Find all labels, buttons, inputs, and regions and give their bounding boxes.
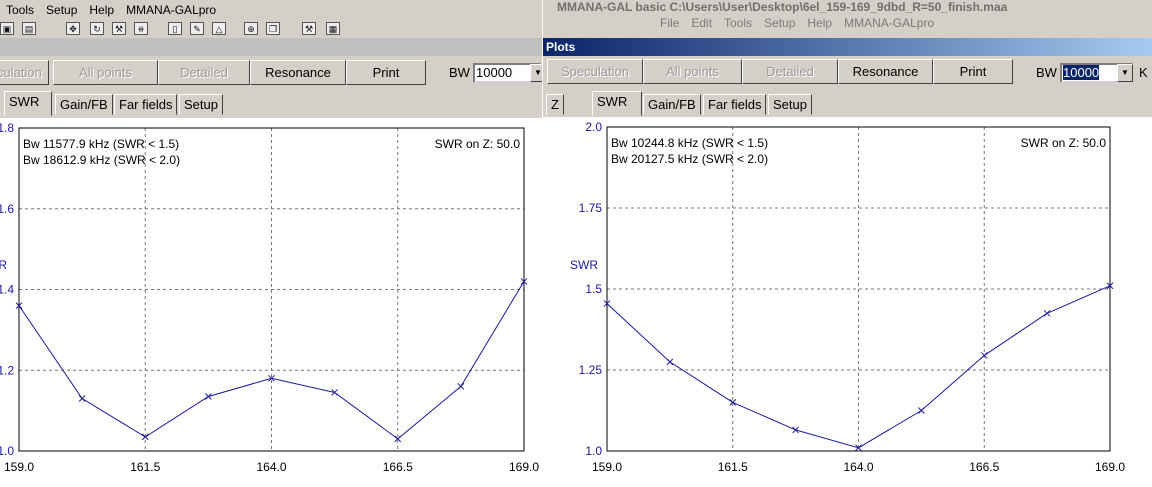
data-point-marker [457, 383, 465, 390]
chevron-down-icon[interactable]: ▼ [530, 64, 542, 82]
target-icon[interactable]: ⊕ [244, 22, 258, 35]
x-tick-label: 159.0 [592, 460, 622, 474]
tab-setup[interactable]: Setup [768, 94, 812, 115]
plots-title-bar: Plots [543, 38, 1152, 56]
x-tick-label: 164.0 [256, 460, 286, 474]
tab-swr[interactable]: SWR [4, 91, 52, 116]
data-point-marker [1043, 309, 1051, 317]
impedance-annotation: SWR on Z: 50.0 [1021, 136, 1107, 150]
save-icon[interactable]: ▣ [0, 22, 14, 35]
copy-icon[interactable]: ❐ [266, 22, 280, 35]
data-point-marker [666, 358, 674, 366]
menu-setup[interactable]: Setup [46, 3, 77, 17]
y-tick-label: 1.75 [579, 201, 603, 215]
menu-setup[interactable]: Setup [764, 16, 795, 30]
bandwidth-annotation: Bw 18612.9 kHz (SWR < 2.0) [23, 153, 180, 167]
x-tick-label: 161.5 [130, 460, 160, 474]
tab-far-fields[interactable]: Far fields [114, 94, 178, 115]
x-tick-label: 166.5 [969, 460, 999, 474]
y-tick-label: 1.25 [579, 363, 603, 377]
x-tick-label: 169.0 [1095, 460, 1125, 474]
bandwidth-annotation: Bw 11577.9 kHz (SWR < 1.5) [23, 137, 179, 151]
menu-help[interactable]: Help [807, 16, 832, 30]
all-points-button[interactable]: All points [643, 59, 742, 84]
menu-file[interactable]: File [660, 16, 679, 30]
left-title-bar [0, 38, 542, 56]
right-window: MMANA-GAL basic C:\Users\User\Desktop\6e… [543, 0, 1152, 487]
data-point-marker [205, 393, 212, 400]
data-point-marker [792, 426, 799, 434]
y-tick-label: 1.4 [0, 283, 14, 297]
plots-title: Plots [546, 40, 576, 54]
calculator-icon[interactable]: ▦ [326, 22, 340, 35]
swr-chart-right: 159.0 161.5 164.0 166.5 169.0 1.0 1.25 1.5 1.75 2… [570, 120, 1125, 474]
y-tick-label: 1.0 [585, 444, 602, 458]
pencil-icon[interactable]: ✎ [190, 22, 204, 35]
tab-gain-fb[interactable]: Gain/FB [643, 94, 701, 115]
tab-z[interactable]: Z [546, 94, 564, 115]
y-tick-label: 1.0 [0, 444, 14, 458]
left-menubar: Tools Setup Help MMANA-GALpro [0, 1, 216, 18]
open-icon[interactable]: ▤ [22, 22, 36, 35]
hammer-icon[interactable]: ⚒ [302, 22, 316, 35]
speculation-button[interactable]: Speculation [547, 59, 643, 84]
detailed-button[interactable]: Detailed [158, 60, 250, 85]
left-toolbar: ▣ ▤ ✥ ↻ ⚒ ⧺ ▯ ✎ △ ⊕ ❐ ⚒ ▦ [0, 20, 542, 39]
data-point-marker [78, 395, 86, 402]
data-point-marker [918, 407, 925, 414]
menu-mmana-galpro[interactable]: MMANA-GALpro [844, 16, 934, 30]
bw-value: 10000 [476, 65, 513, 80]
x-tick-label: 169.0 [509, 460, 539, 474]
all-points-button[interactable]: All points [53, 60, 158, 85]
tab-swr[interactable]: SWR [592, 91, 642, 116]
print-button[interactable]: Print [346, 60, 426, 85]
print-button[interactable]: Print [933, 59, 1013, 84]
menu-help[interactable]: Help [89, 3, 114, 17]
resonance-button[interactable]: Resonance [838, 59, 933, 84]
app-title: MMANA-GAL basic C:\Users\User\Desktop\6e… [557, 0, 1008, 14]
chevron-down-icon[interactable]: ▼ [1117, 64, 1133, 82]
triangle-icon[interactable]: △ [212, 22, 226, 35]
resonance-button[interactable]: Resonance [250, 60, 346, 85]
y-tick-label: 1.5 [585, 282, 602, 296]
bw-label: BW [449, 65, 470, 80]
y-tick-label: 1.2 [0, 363, 14, 377]
tab-far-fields[interactable]: Far fields [703, 94, 767, 115]
bandwidth-annotation: Bw 20127.5 kHz (SWR < 2.0) [611, 152, 768, 166]
impedance-annotation: SWR on Z: 50.0 [435, 137, 521, 151]
x-tick-label: 159.0 [4, 460, 34, 474]
y-tick-label: 2.0 [585, 120, 602, 134]
menu-edit[interactable]: Edit [691, 16, 712, 30]
speculation-button[interactable]: culation [0, 60, 49, 85]
left-window: Tools Setup Help MMANA-GALpro ▣ ▤ ✥ ↻ ⚒ … [0, 0, 542, 487]
tab-gain-fb[interactable]: Gain/FB [55, 94, 113, 115]
x-tick-label: 166.5 [383, 460, 413, 474]
bw-label: BW [1036, 65, 1057, 80]
app-title-bar: MMANA-GAL basic C:\Users\User\Desktop\6e… [543, 0, 1152, 14]
rotate-icon[interactable]: ↻ [90, 22, 104, 35]
y-axis-label: SWR [570, 258, 598, 272]
swr-chart-left: 159.0 161.5 164.0 166.5 169.0 1.0 1.2 1.4 1.6 1.8… [0, 121, 539, 474]
bw-unit: K [1139, 65, 1148, 80]
y-tick-label: 1.6 [0, 202, 14, 216]
page-icon[interactable]: ▯ [168, 22, 182, 35]
x-tick-label: 161.5 [718, 460, 748, 474]
x-tick-label: 164.0 [843, 460, 873, 474]
wire-icon[interactable]: ⧺ [134, 22, 148, 35]
move-icon[interactable]: ✥ [66, 22, 80, 35]
right-menubar: File Edit Tools Setup Help MMANA-GALpro [543, 14, 934, 31]
swr-series-line [18, 281, 525, 440]
detailed-button[interactable]: Detailed [742, 59, 838, 84]
menu-tools[interactable]: Tools [6, 3, 34, 17]
tab-setup[interactable]: Setup [179, 94, 223, 115]
menu-tools[interactable]: Tools [724, 16, 752, 30]
y-axis-label: /R [0, 258, 7, 272]
right-plot-panel: 159.0 161.5 164.0 166.5 169.0 1.0 1.25 1.5 1.75 2… [543, 117, 1152, 487]
y-tick-label: 1.8 [0, 121, 14, 135]
bandwidth-annotation: Bw 10244.8 kHz (SWR < 1.5) [611, 136, 768, 150]
left-plot-panel: 159.0 161.5 164.0 166.5 169.0 1.0 1.2 1.4 1.6 1.8… [0, 118, 542, 487]
bw-value: 10000 [1063, 65, 1100, 80]
menu-mmana-galpro[interactable]: MMANA-GALpro [126, 3, 216, 17]
tool-icon[interactable]: ⚒ [112, 22, 126, 35]
